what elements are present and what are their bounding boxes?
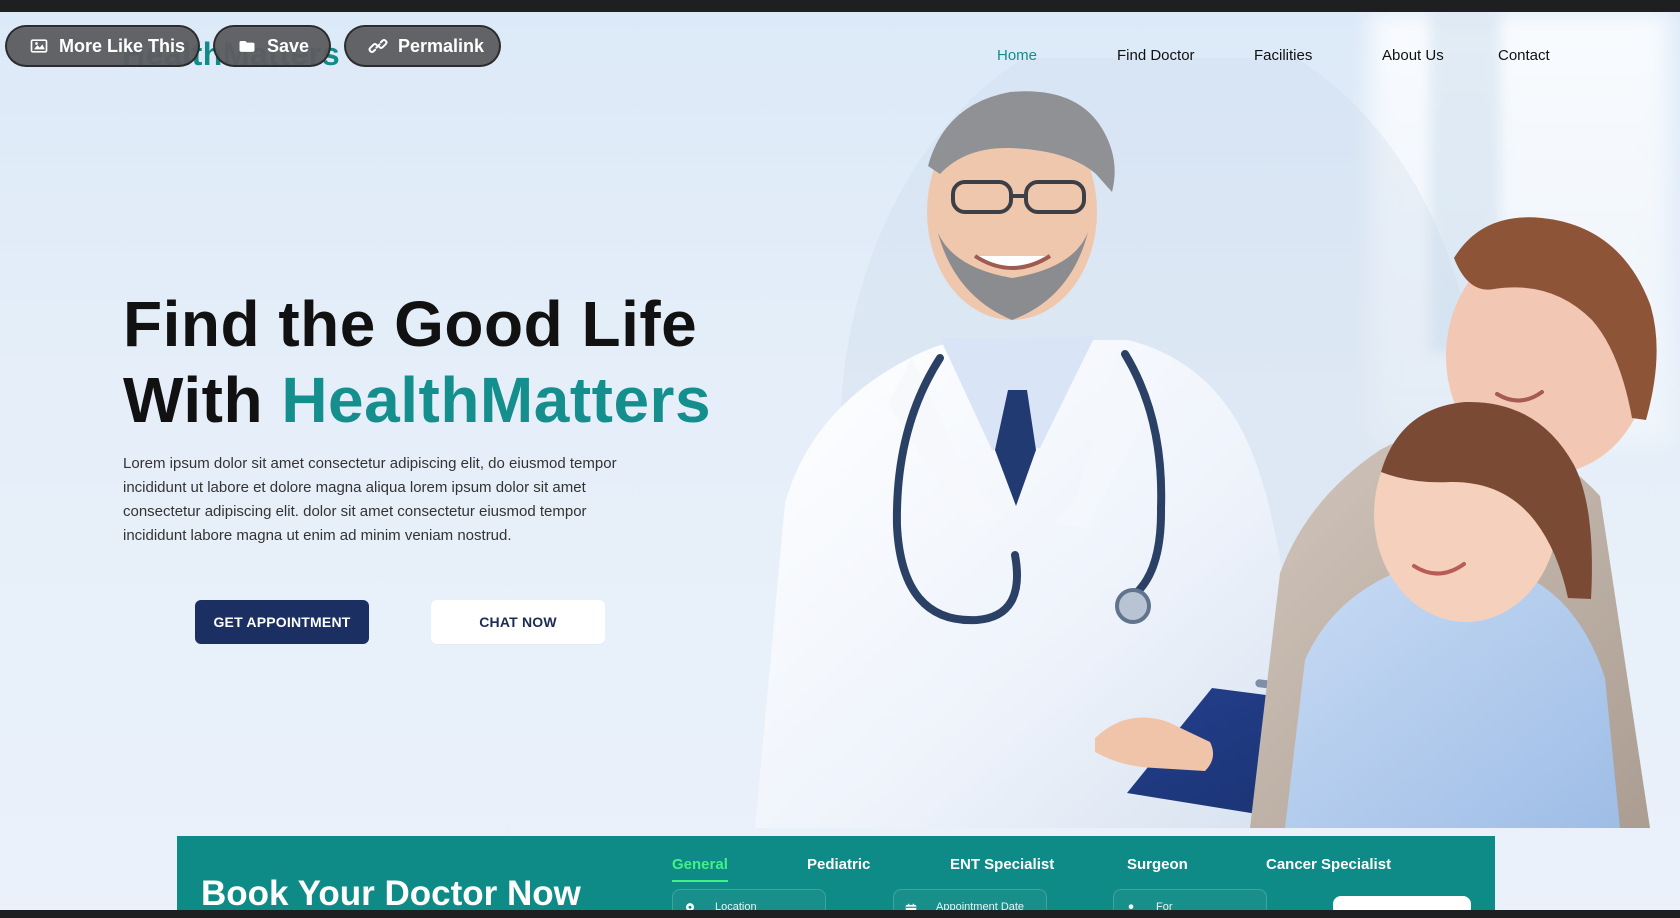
page: HealthMatters More Like This Save Permal… <box>0 0 1680 918</box>
tab-general[interactable]: General <box>672 856 728 882</box>
folder-icon <box>239 41 255 52</box>
tab-pediatric[interactable]: Pediatric <box>807 856 870 873</box>
nav-contact[interactable]: Contact <box>1498 47 1550 64</box>
hero-heading-prefix: With <box>123 364 282 436</box>
more-like-this-button[interactable]: More Like This <box>5 25 200 67</box>
permalink-button[interactable]: Permalink <box>344 25 501 67</box>
hero-photo <box>755 58 1657 828</box>
tab-ent-specialist[interactable]: ENT Specialist <box>950 856 1054 873</box>
hero-heading-line-2: With HealthMatters <box>123 362 711 438</box>
image-icon <box>30 39 48 53</box>
chat-now-button[interactable]: CHAT NOW <box>431 600 605 644</box>
hero-description-line-4: incididunt labore magna ut enim ad minim… <box>123 527 512 544</box>
booking-panel: Book Your Doctor Now General Pediatric E… <box>177 836 1495 918</box>
tab-surgeon[interactable]: Surgeon <box>1127 856 1188 873</box>
hero-description-line-3: consectetur adipiscing elit. dolor sit a… <box>123 503 587 520</box>
hero-heading-line-1: Find the Good Life <box>123 288 698 360</box>
permalink-label: Permalink <box>398 35 485 56</box>
stethoscope-chestpiece <box>1115 588 1151 624</box>
tab-cancer-specialist[interactable]: Cancer Specialist <box>1266 856 1391 873</box>
booking-title: Book Your Doctor Now <box>201 874 581 913</box>
hero-heading: Find the Good Life With HealthMatters <box>123 286 711 438</box>
top-dark-bar <box>0 0 1680 12</box>
nav-about-us[interactable]: About Us <box>1382 47 1444 64</box>
get-appointment-button[interactable]: GET APPOINTMENT <box>195 600 369 644</box>
save-label: Save <box>267 35 310 56</box>
hero-description-line-2: incididunt ut labore et dolore magna ali… <box>123 479 586 496</box>
hero-description-line-1: Lorem ipsum dolor sit amet consectetur a… <box>123 455 617 472</box>
link-icon <box>368 39 388 53</box>
more-like-this-label: More Like This <box>59 35 186 56</box>
bottom-dark-bar <box>0 910 1680 918</box>
nav-facilities[interactable]: Facilities <box>1254 47 1312 64</box>
nav-find-doctor[interactable]: Find Doctor <box>1117 47 1195 64</box>
hero-heading-brand: HealthMatters <box>281 364 712 436</box>
save-button[interactable]: Save <box>213 25 331 67</box>
nav-home[interactable]: Home <box>997 47 1037 64</box>
hero-description: Lorem ipsum dolor sit amet consectetur a… <box>123 452 663 548</box>
